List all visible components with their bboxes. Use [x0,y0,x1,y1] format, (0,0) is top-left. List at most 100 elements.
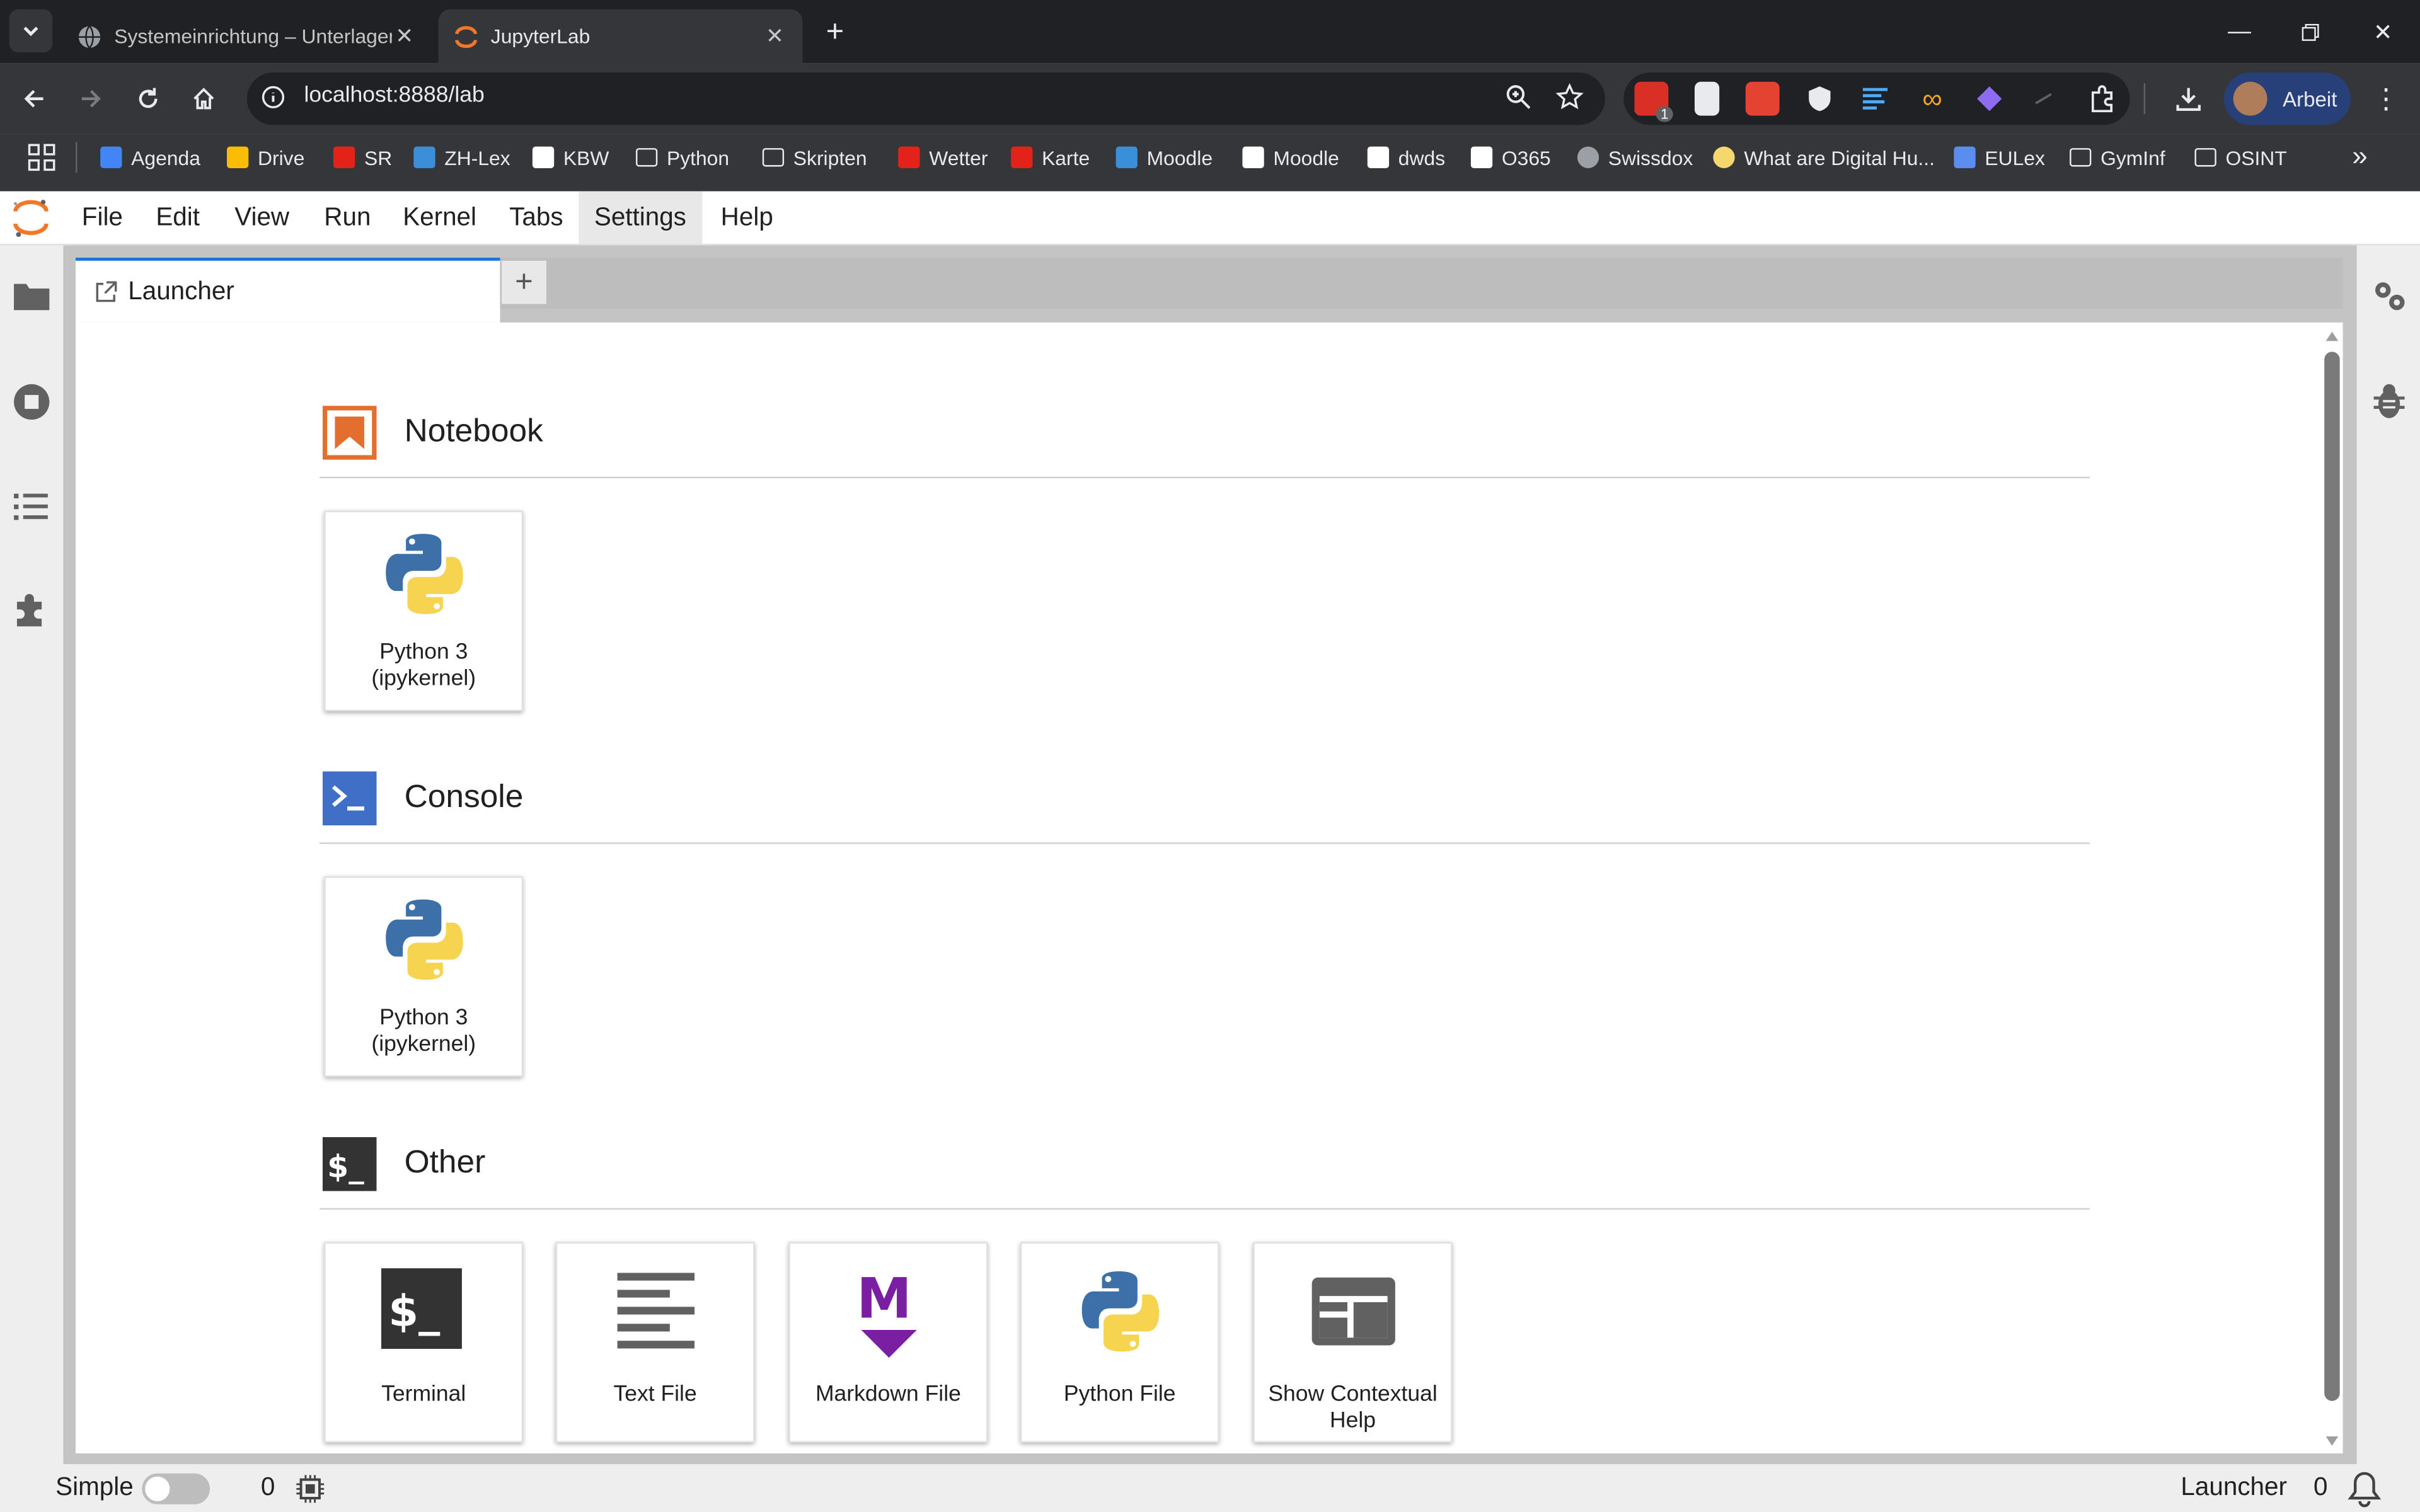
browser-tab-systemeinrichtung[interactable]: Systemeinrichtung – Unterlagen ✕ [62,9,432,64]
bookmark-label: GymInf [2100,146,2165,169]
notebook-section-header: Notebook [322,404,543,460]
menu-tabs[interactable]: Tabs [494,192,579,244]
folder-icon [2070,148,2092,167]
bookmark-eulex[interactable]: EULex [1954,142,2045,173]
bookmark-what-are-digital-hu[interactable]: What are Digital Hu... [1713,142,1935,173]
browser-menu-button[interactable]: ⋮ [2365,77,2408,120]
bookmark-karte[interactable]: Karte [1011,142,1090,173]
diamond-extension-icon[interactable] [1973,82,2007,116]
contextual-help-card[interactable]: Show Contextual Help [1253,1242,1453,1443]
bookmark-python[interactable]: Python [635,142,729,173]
profile-label: Arbeit [2283,87,2337,111]
extension-manager-icon[interactable] [13,591,51,629]
browser-tab-jupyterlab[interactable]: JupyterLab ✕ [438,9,803,64]
reload-button[interactable] [127,77,170,120]
download-icon [2176,88,2201,111]
file-browser-icon[interactable] [13,279,51,313]
infinity-extension-icon[interactable]: ∞ [1915,82,1949,116]
terminal-card[interactable]: $_ Terminal [324,1242,524,1443]
o365-icon [1470,146,1493,168]
menu-view[interactable]: View [219,192,305,244]
card-label: Text File [613,1382,697,1407]
close-icon[interactable]: ✕ [392,23,417,50]
moodle-f-icon [1242,146,1264,168]
swiss-flag-icon [333,146,355,168]
property-inspector-icon[interactable] [2371,278,2408,315]
python-icon [1081,1271,1158,1352]
menu-file[interactable]: File [66,192,138,244]
menu-run[interactable]: Run [309,192,386,244]
bookmark-kbw[interactable]: KBW [532,142,609,173]
python-icon [385,534,463,614]
url-text[interactable]: localhost:8888/lab [304,83,484,108]
shield-extension-icon[interactable] [1802,82,1836,116]
notebook-python3-card[interactable]: Python 3 (ipykernel) [324,510,524,711]
todoist-extension-icon[interactable] [1745,81,1780,116]
bookmark-star-icon[interactable] [1555,83,1584,111]
divider [319,476,2090,479]
terminal-icon: $_ [380,1268,461,1349]
bookmark-dwds[interactable]: dwds [1367,142,1445,173]
new-tab-button[interactable]: + [815,13,855,53]
bookmark-wetter[interactable]: Wetter [898,142,988,173]
bookmark-skripten[interactable]: Skripten [762,142,867,173]
home-button[interactable] [182,77,226,120]
folder-icon [2194,148,2216,167]
table-of-contents-icon[interactable] [14,491,48,522]
running-kernels-icon[interactable] [13,382,51,421]
forward-button[interactable] [69,77,113,120]
more-bookmarks-icon[interactable]: » [2352,140,2368,173]
menu-kernel[interactable]: Kernel [388,192,492,244]
pen-extension-icon[interactable] [2028,82,2062,116]
document-extension-icon[interactable] [1695,81,1720,116]
markdown-icon: M [856,1266,916,1358]
globe-icon [78,25,101,48]
zoom-icon[interactable] [1505,83,1533,111]
minimize-button[interactable]: — [2204,0,2275,63]
lines-extension-icon[interactable] [1858,82,1893,116]
text-file-card[interactable]: Text File [555,1242,755,1443]
extension-badge-icon[interactable]: 1 [1634,81,1673,122]
notebook-section-title: Notebook [404,413,543,449]
restore-button[interactable] [2275,0,2346,63]
profile-button[interactable]: Arbeit [2224,72,2351,125]
bookmark-gyminf[interactable]: GymInf [2070,142,2165,173]
kernel-status-icon[interactable] [296,1475,325,1503]
divider [319,842,2090,844]
tab-search-button[interactable] [9,9,53,53]
menu-edit[interactable]: Edit [141,192,216,244]
tab-launcher[interactable]: Launcher [76,257,500,323]
python-file-card[interactable]: Python File [1020,1242,1219,1443]
back-button[interactable] [13,77,56,120]
browser-tab-title: Systemeinrichtung – Unterlagen [114,25,393,48]
close-icon[interactable]: ✕ [763,23,787,50]
bookmark-drive[interactable]: Drive [227,142,304,173]
menu-settings[interactable]: Settings [579,191,702,244]
svg-text:$_: $_ [388,1286,440,1337]
bookmark-sr[interactable]: SR [333,142,392,173]
window-close-button[interactable]: ✕ [2348,0,2419,63]
bookmark-zh-lex[interactable]: ZH-Lex [413,142,510,173]
bookmark-agenda[interactable]: Agenda [100,142,200,173]
puzzle-extensions-icon[interactable] [2087,82,2121,116]
menu-help[interactable]: Help [705,192,788,244]
bookmark-label: What are Digital Hu... [1744,146,1935,169]
bookmark-o365[interactable]: O365 [1470,142,1551,173]
bell-icon[interactable] [2348,1470,2382,1508]
launcher-scrollbar[interactable] [2323,327,2341,1450]
new-launcher-button[interactable]: + [500,259,548,306]
bookmark-moodle[interactable]: Moodle [1115,142,1213,173]
bookmarks-divider [76,142,78,173]
arrow-right-icon [81,89,101,108]
console-python3-card[interactable]: Python 3 (ipykernel) [324,876,524,1077]
markdown-file-card[interactable]: M Markdown File [788,1242,988,1443]
bookmark-moodle[interactable]: Moodle [1242,142,1339,173]
bookmark-osint[interactable]: OSINT [2194,142,2287,173]
dwds-icon [1367,146,1390,168]
apps-grid-icon[interactable] [28,144,55,171]
downloads-button[interactable] [2167,77,2210,120]
debugger-icon[interactable] [2372,382,2406,420]
site-info-icon[interactable] [256,80,291,114]
bookmark-swissdox[interactable]: Swissdox [1577,142,1693,173]
simple-mode-toggle[interactable] [142,1473,210,1504]
